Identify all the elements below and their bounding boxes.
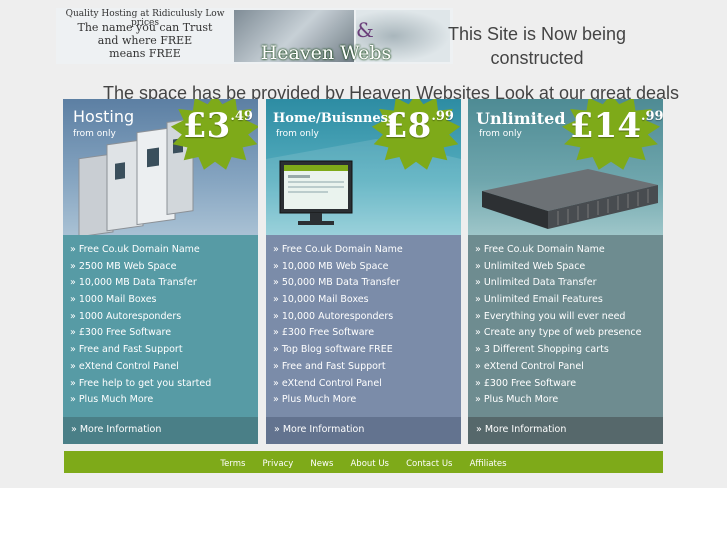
banner-free-line: and where FREE: [97, 34, 193, 47]
feature-item: » Free help to get you started: [70, 377, 212, 389]
feature-item: » Free and Fast Support: [273, 360, 386, 372]
plan-price-cents: .99: [431, 109, 454, 124]
feature-item: » 10,000 MB Data Transfer: [70, 277, 197, 289]
banner-ampersand-decoration: &: [356, 18, 374, 42]
plan-features: » Free Co.uk Domain Name » 10,000 MB Web…: [266, 235, 461, 417]
plan-subtitle: from only: [276, 129, 319, 139]
plan-hero[interactable]: £8.99 Home/Buisnness from only: [266, 99, 461, 235]
feature-item: » Free Co.uk Domain Name: [475, 244, 605, 255]
footer-link-about-us[interactable]: About Us: [350, 453, 388, 475]
feature-item: » 1000 Autoresponders: [70, 310, 182, 322]
feature-item: » 2500 MB Web Space: [70, 260, 177, 272]
feature-item: » 1000 Mail Boxes: [70, 294, 157, 306]
feature-item: » Plus Much More: [475, 394, 559, 406]
plan-hero[interactable]: £14.99 Unlimited from only: [468, 99, 663, 235]
feature-item: » Unlimited Web Space: [475, 260, 586, 272]
feature-item: » Unlimited Data Transfer: [475, 277, 597, 289]
more-information-link[interactable]: » More Information: [476, 424, 566, 435]
plan-subtitle: from only: [73, 129, 116, 139]
feature-item: » 50,000 MB Data Transfer: [273, 277, 400, 289]
more-information-bar: » More Information: [266, 417, 461, 444]
plan-price-cents: .99: [640, 109, 663, 124]
footer-link-news[interactable]: News: [310, 453, 333, 475]
banner-logo-text: Heaven Webs: [260, 42, 392, 64]
feature-item: » Free Co.uk Domain Name: [273, 244, 403, 255]
feature-item: » Everything you will ever need: [475, 310, 626, 322]
plan-price-cents: .49: [230, 109, 253, 124]
construction-notice: This Site is Now being constructed: [447, 24, 627, 68]
plan-hero[interactable]: £3.49 Hosting from only: [63, 99, 258, 235]
footer-link-privacy[interactable]: Privacy: [263, 453, 294, 475]
plan-hosting: £3.49 Hosting from only » Free Co.uk Dom…: [63, 99, 258, 444]
feature-item: » 3 Different Shopping carts: [475, 344, 609, 356]
more-information-bar: » More Information: [63, 417, 258, 444]
banner-means-free-line: means FREE: [109, 47, 181, 60]
feature-item: » 10,000 MB Web Space: [273, 260, 389, 272]
feature-item: » eXtend Control Panel: [475, 360, 584, 372]
plan-features: » Free Co.uk Domain Name » Unlimited Web…: [468, 235, 663, 417]
feature-item: » Free and Fast Support: [70, 344, 183, 356]
feature-item: » eXtend Control Panel: [273, 377, 382, 389]
feature-item: » Unlimited Email Features: [475, 294, 603, 306]
plan-title: Home/Buisnness: [273, 111, 396, 126]
footer-link-affiliates[interactable]: Affiliates: [470, 453, 507, 475]
plan-price: £3.49: [183, 106, 253, 146]
plan-home-business: £8.99 Home/Buisnness from only » Free Co…: [266, 99, 461, 444]
feature-item: » eXtend Control Panel: [70, 360, 179, 372]
feature-item: » Free Co.uk Domain Name: [70, 244, 200, 255]
plan-subtitle: from only: [479, 129, 522, 139]
page-background: Quality Hosting at Ridiculusly Low price…: [0, 0, 727, 488]
plan-title: Unlimited: [476, 109, 566, 128]
feature-item: » Create any type of web presence: [475, 327, 642, 339]
feature-item: » 10,000 Mail Boxes: [273, 294, 369, 306]
feature-item: » £300 Free Software: [475, 377, 577, 389]
feature-item: » £300 Free Software: [273, 327, 375, 339]
plan-price: £14.99: [570, 106, 663, 146]
feature-item: » 10,000 Autoresponders: [273, 310, 394, 322]
plan-unlimited: £14.99 Unlimited from only » Free Co.uk …: [468, 99, 663, 444]
feature-item: » Top Blog software FREE: [273, 344, 393, 356]
footer-link-contact-us[interactable]: Contact Us: [406, 453, 452, 475]
feature-item: » Plus Much More: [70, 394, 154, 406]
feature-item: » Plus Much More: [273, 394, 357, 406]
plan-features: » Free Co.uk Domain Name » 2500 MB Web S…: [63, 235, 258, 417]
banner-trust-line: The name you can Trust: [77, 21, 213, 34]
footer-nav: Terms Privacy News About Us Contact Us A…: [64, 451, 663, 473]
footer-bar: Terms Privacy News About Us Contact Us A…: [64, 451, 663, 473]
site-banner[interactable]: Quality Hosting at Ridiculusly Low price…: [56, 8, 453, 64]
more-information-link[interactable]: » More Information: [274, 424, 364, 435]
feature-item: » £300 Free Software: [70, 327, 172, 339]
footer-link-terms[interactable]: Terms: [220, 453, 245, 475]
more-information-link[interactable]: » More Information: [71, 424, 161, 435]
more-information-bar: » More Information: [468, 417, 663, 444]
plan-title: Hosting: [73, 107, 135, 126]
